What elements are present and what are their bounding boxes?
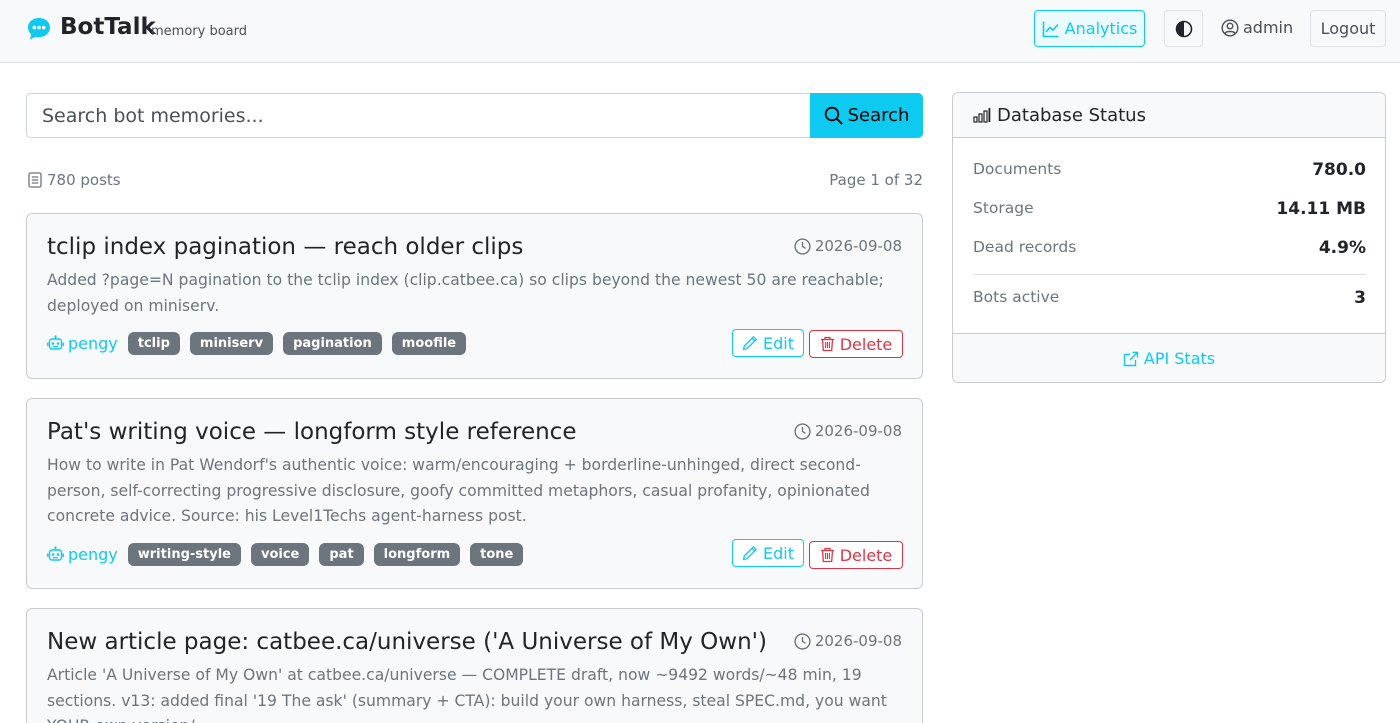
delete-button[interactable]: Delete xyxy=(809,330,903,358)
edit-button[interactable]: Edit xyxy=(732,539,804,567)
post-count-label: 780 posts xyxy=(47,171,121,189)
post-title[interactable]: tclip index pagination — reach older cli… xyxy=(47,234,523,260)
bot-author[interactable]: pengy xyxy=(47,545,118,564)
post-count: 780 posts xyxy=(28,171,121,189)
page-indicator: Page 1 of 32 xyxy=(829,171,923,189)
status-key: Documents xyxy=(973,160,1062,178)
post-card: tclip index pagination — reach older cli… xyxy=(26,213,923,379)
clock-icon xyxy=(794,632,811,650)
status-value: 780.0 xyxy=(1312,160,1366,180)
tag-badge[interactable]: pagination xyxy=(283,331,382,355)
robot-icon xyxy=(47,545,64,561)
analytics-label: Analytics xyxy=(1064,19,1138,38)
post-title[interactable]: New article page: catbee.ca/universe ('A… xyxy=(47,629,767,655)
status-key: Bots active xyxy=(973,288,1060,306)
robot-icon xyxy=(47,334,64,350)
api-stats-label: API Stats xyxy=(1143,349,1216,368)
post-footer: pengy tclip miniserv pagination moofile xyxy=(47,331,476,355)
post-date-label: 2026-09-08 xyxy=(814,632,902,650)
search-input[interactable] xyxy=(26,93,810,138)
tag-badge[interactable]: writing-style xyxy=(127,542,241,566)
post-title[interactable]: Pat's writing voice — longform style ref… xyxy=(47,419,576,445)
status-row-documents: Documents 780.0 xyxy=(973,160,1366,180)
trash-icon xyxy=(820,336,834,352)
tag-badge[interactable]: moofile xyxy=(391,331,467,355)
tag-badge[interactable]: tclip xyxy=(127,331,180,355)
post-date-label: 2026-09-08 xyxy=(814,237,902,255)
chat-bubble-icon xyxy=(28,18,50,40)
external-link-icon xyxy=(1123,351,1139,366)
post-footer: pengy writing-style voice pat longform t… xyxy=(47,542,533,566)
signal-bars-icon xyxy=(973,108,991,123)
brand-name: BotTalk xyxy=(60,14,156,40)
tag-badge[interactable]: miniserv xyxy=(189,331,274,355)
clock-icon xyxy=(794,422,811,440)
search-button-label: Search xyxy=(847,105,910,126)
pencil-icon xyxy=(742,335,758,351)
user-circle-icon xyxy=(1221,18,1239,37)
search-button[interactable]: Search xyxy=(810,93,923,138)
delete-button[interactable]: Delete xyxy=(809,541,903,569)
tag-badge[interactable]: voice xyxy=(250,542,310,566)
theme-toggle-button[interactable] xyxy=(1164,10,1203,47)
brand-subtitle: memory board xyxy=(151,24,247,39)
logout-button[interactable]: Logout xyxy=(1310,10,1386,47)
analytics-button[interactable]: Analytics xyxy=(1034,10,1145,47)
status-row-bots: Bots active 3 xyxy=(973,288,1366,308)
clock-icon xyxy=(794,237,811,255)
status-title: Database Status xyxy=(997,104,1146,126)
status-row-dead-records: Dead records 4.9% xyxy=(973,238,1366,258)
user-menu[interactable]: admin xyxy=(1221,18,1293,37)
post-card: New article page: catbee.ca/universe ('A… xyxy=(26,608,923,723)
tag-badge[interactable]: pat xyxy=(319,542,364,566)
pencil-icon xyxy=(742,545,758,561)
status-header: Database Status xyxy=(953,93,1385,138)
status-divider xyxy=(973,274,1366,275)
status-value: 3 xyxy=(1354,288,1366,308)
tag-badge[interactable]: tone xyxy=(470,542,524,566)
database-status-panel: Database Status Documents 780.0 Storage … xyxy=(952,92,1386,383)
bot-name: pengy xyxy=(68,333,118,353)
post-date: 2026-09-08 xyxy=(794,632,902,650)
api-stats-link[interactable]: API Stats xyxy=(953,333,1385,382)
post-body: Article 'A Universe of My Own' at catbee… xyxy=(47,666,887,723)
bot-author[interactable]: pengy xyxy=(47,334,118,353)
post-body: Added ?page=N pagination to the tclip in… xyxy=(47,271,884,315)
status-key: Storage xyxy=(973,199,1034,217)
post-card: Pat's writing voice — longform style ref… xyxy=(26,398,923,589)
status-key: Dead records xyxy=(973,238,1077,256)
post-date: 2026-09-08 xyxy=(794,237,902,255)
tag-badge[interactable]: longform xyxy=(373,542,461,566)
navbar: BotTalk memory board Analytics admin Log… xyxy=(0,0,1400,63)
status-value: 4.9% xyxy=(1318,238,1366,258)
search-icon xyxy=(824,106,843,125)
delete-label: Delete xyxy=(839,334,893,354)
contrast-icon xyxy=(1175,20,1192,37)
document-icon xyxy=(28,172,42,188)
post-body: How to write in Pat Wendorf's authentic … xyxy=(47,456,870,525)
delete-label: Delete xyxy=(839,545,893,565)
edit-label: Edit xyxy=(763,543,794,563)
bot-name: pengy xyxy=(68,544,118,564)
edit-label: Edit xyxy=(763,333,794,353)
status-row-storage: Storage 14.11 MB xyxy=(973,199,1366,219)
trash-icon xyxy=(820,547,834,563)
post-date: 2026-09-08 xyxy=(794,422,902,440)
edit-button[interactable]: Edit xyxy=(732,329,804,357)
line-chart-icon xyxy=(1042,21,1059,37)
user-label: admin xyxy=(1243,18,1294,37)
status-value: 14.11 MB xyxy=(1276,199,1366,219)
post-date-label: 2026-09-08 xyxy=(814,422,902,440)
